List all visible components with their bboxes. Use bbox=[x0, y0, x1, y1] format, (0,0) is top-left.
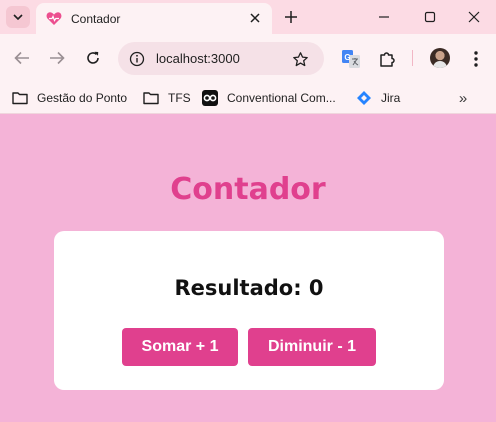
bookmark-gestao-do-ponto[interactable]: Gestão do Ponto bbox=[12, 89, 127, 107]
counter-card: Resultado: 0 Somar + 1 Diminuir - 1 bbox=[54, 231, 444, 390]
tab-close-icon[interactable] bbox=[248, 11, 262, 25]
bookmark-conventional-commits[interactable]: Conventional Com... bbox=[202, 89, 336, 107]
maximize-window-icon[interactable] bbox=[422, 9, 438, 25]
more-menu-kebab-icon[interactable] bbox=[466, 49, 486, 69]
google-translate-icon[interactable]: G bbox=[341, 49, 361, 69]
heart-favicon-icon bbox=[46, 11, 62, 27]
subtract-button[interactable]: Diminuir - 1 bbox=[248, 328, 376, 366]
browser-title-bar: Contador bbox=[0, 0, 496, 34]
conventional-commits-icon bbox=[202, 90, 218, 106]
tab-search-chevron-down-icon[interactable] bbox=[6, 6, 30, 28]
result-display: Resultado: 0 bbox=[174, 276, 324, 300]
back-arrow-icon[interactable] bbox=[12, 48, 32, 68]
minimize-window-icon[interactable] bbox=[376, 9, 392, 25]
browser-tab-active[interactable]: Contador bbox=[36, 3, 272, 34]
toolbar-separator bbox=[412, 50, 413, 66]
folder-icon bbox=[12, 90, 28, 106]
forward-arrow-icon[interactable] bbox=[47, 48, 67, 68]
bookmark-label: Gestão do Ponto bbox=[37, 91, 128, 105]
bookmark-star-icon[interactable] bbox=[291, 50, 309, 68]
bookmarks-bar: Gestão do Ponto TFS Conventional Com... … bbox=[0, 82, 496, 114]
new-tab-plus-icon[interactable] bbox=[282, 8, 300, 26]
site-info-icon[interactable] bbox=[129, 51, 145, 67]
extensions-puzzle-icon[interactable] bbox=[377, 49, 397, 69]
browser-toolbar: localhost:3000 G bbox=[0, 34, 496, 82]
tab-title: Contador bbox=[71, 11, 121, 26]
bookmarks-overflow-chevron-icon[interactable]: » bbox=[455, 89, 471, 107]
jira-icon bbox=[356, 90, 372, 106]
address-url: localhost:3000 bbox=[156, 51, 240, 66]
profile-avatar[interactable] bbox=[430, 48, 450, 68]
bookmark-label: Conventional Com... bbox=[227, 91, 336, 105]
close-window-icon[interactable] bbox=[466, 9, 482, 25]
bookmark-label: Jira bbox=[381, 91, 401, 105]
page-title: Contador bbox=[170, 172, 326, 207]
address-bar[interactable]: localhost:3000 bbox=[118, 42, 324, 75]
bookmark-tfs[interactable]: TFS bbox=[143, 89, 191, 107]
bookmark-label: TFS bbox=[168, 91, 191, 105]
svg-text:G: G bbox=[344, 53, 350, 62]
bookmark-jira[interactable]: Jira bbox=[356, 89, 400, 107]
folder-icon bbox=[143, 90, 159, 106]
reload-icon[interactable] bbox=[83, 48, 103, 68]
add-button[interactable]: Somar + 1 bbox=[122, 328, 238, 366]
